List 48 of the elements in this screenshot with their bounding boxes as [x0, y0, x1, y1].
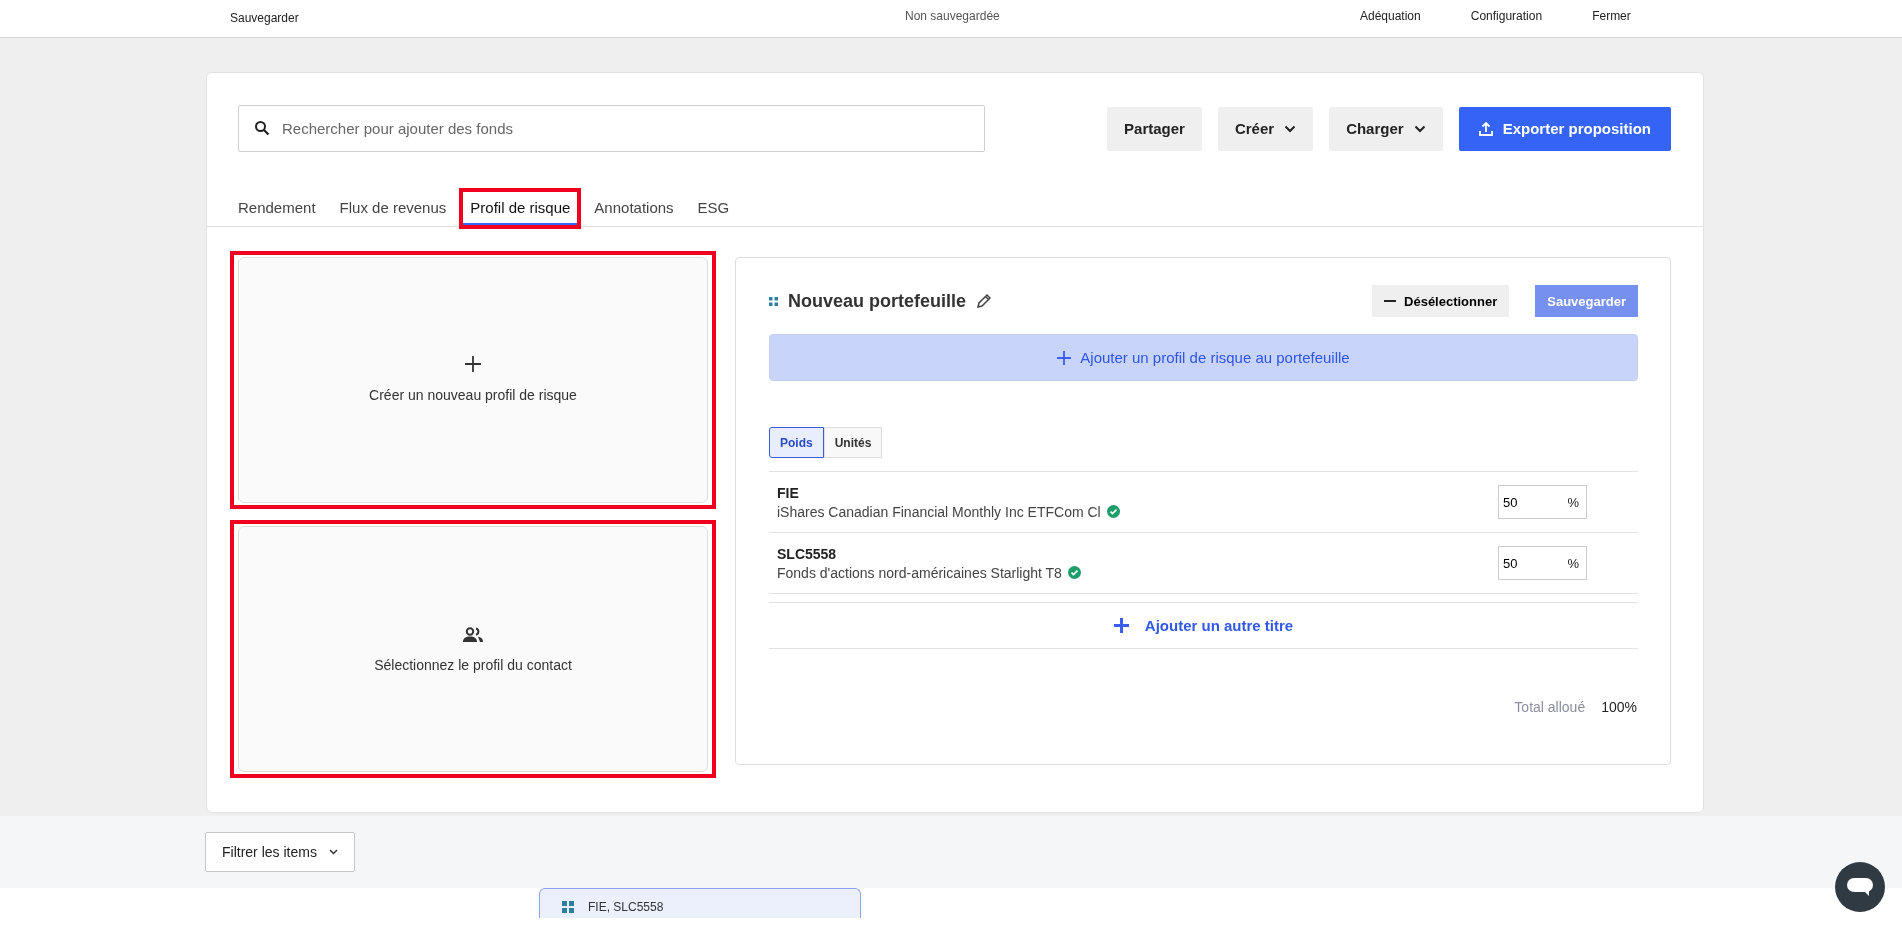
fund-code: FIE — [777, 484, 800, 501]
plus-icon — [1057, 350, 1072, 365]
toggle-option[interactable]: Unités — [823, 427, 883, 458]
toolbar-button[interactable]: Créer — [1217, 106, 1314, 151]
toolbar-button[interactable]: Charger — [1329, 106, 1443, 151]
portfolio-title: Nouveau portefeuille — [788, 290, 967, 312]
fund-name: Fonds d'actions nord-américaines Starlight T8 — [777, 564, 1062, 581]
add-risk-profile-button[interactable]: Ajouter un profil de risque au portefeuille — [769, 334, 1638, 381]
save-status: Non sauvegardée — [905, 9, 1000, 23]
filter-dropdown[interactable]: Filtrer les items — [205, 832, 355, 872]
portfolio-card-title: FIE, SLC5558 — [588, 899, 664, 914]
toolbar-action[interactable]: Fermer — [1592, 9, 1631, 23]
chat-button[interactable] — [1835, 862, 1885, 912]
option-card[interactable]: Sélectionnez le profil du contact — [238, 526, 708, 772]
percent-unit: % — [1567, 495, 1579, 510]
tab[interactable]: Flux de revenus — [339, 192, 447, 226]
pencil-icon[interactable] — [976, 293, 993, 309]
plus-icon — [1113, 618, 1129, 633]
toolbar-action[interactable]: Adéquation — [1360, 9, 1421, 23]
tab[interactable]: Rendement — [238, 192, 316, 226]
chevron-down-icon — [1413, 124, 1426, 133]
grid-icon — [562, 900, 574, 913]
option-card[interactable]: Créer un nouveau profil de risque — [238, 257, 708, 503]
chevron-down-icon — [328, 849, 338, 855]
fund-name: iShares Canadian Financial Monthly Inc ETFCom Cl — [777, 503, 1101, 520]
toggle-option[interactable]: Poids — [769, 427, 824, 458]
people-icon — [462, 627, 484, 643]
chat-icon — [1846, 877, 1874, 897]
upload-icon — [1478, 121, 1493, 136]
tab[interactable]: Annotations — [594, 192, 674, 226]
chevron-down-icon — [1284, 124, 1297, 133]
search-icon — [254, 120, 270, 136]
portfolio-card[interactable]: FIE, SLC5558 — [539, 888, 861, 918]
percent-unit: % — [1567, 556, 1579, 571]
add-holding-link[interactable]: Ajouter un autre titre — [769, 602, 1638, 649]
plus-icon — [464, 355, 482, 373]
toolbar-action[interactable]: Configuration — [1470, 9, 1543, 23]
toolbar-button[interactable]: Exporter proposition — [1458, 106, 1671, 151]
grid-icon — [769, 296, 778, 306]
toolbar-button[interactable]: Partager — [1107, 106, 1202, 151]
search-field[interactable]: Rechercher pour ajouter des fonds — [238, 105, 985, 152]
fund-code: SLC5558 — [777, 545, 838, 562]
total-value: 100% — [1601, 699, 1637, 715]
total-label: Total alloué — [1514, 699, 1586, 715]
deselect-button[interactable]: Désélectionner — [1372, 285, 1510, 317]
save-link[interactable]: Sauvegarder — [230, 11, 299, 25]
tab[interactable]: ESG — [697, 192, 730, 226]
minus-icon — [1384, 300, 1397, 302]
